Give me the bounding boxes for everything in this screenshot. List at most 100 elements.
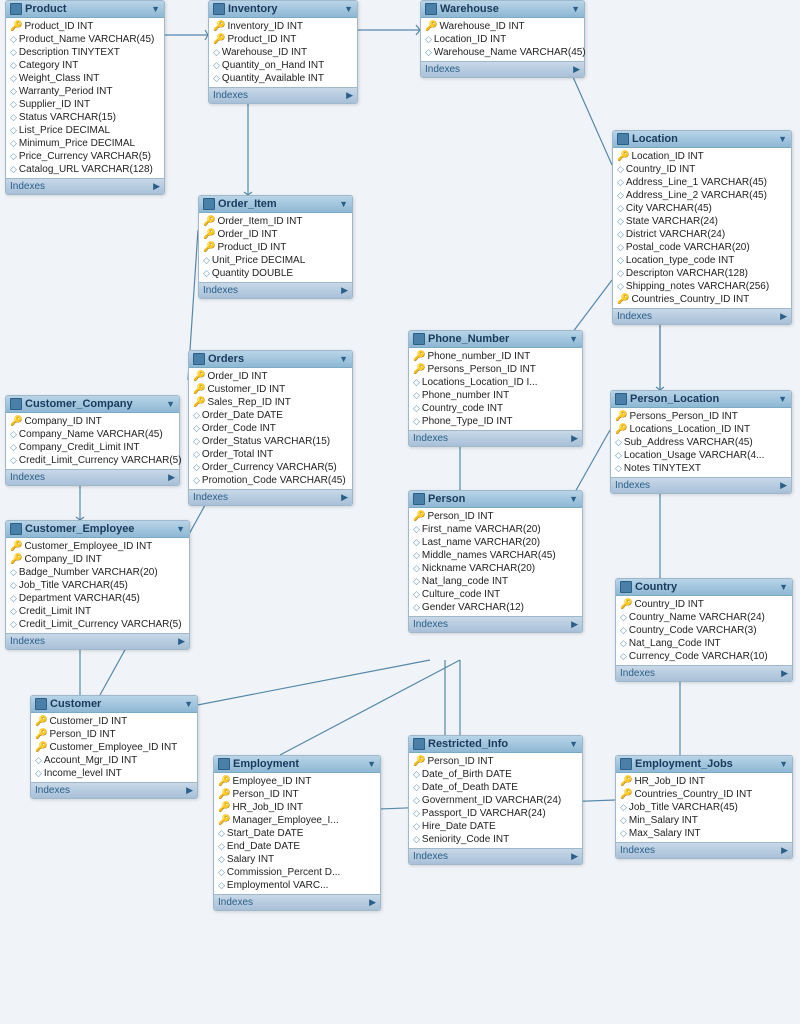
field-row[interactable]: 🔑HR_Job_ID INT <box>214 801 380 814</box>
table-person-location-footer[interactable]: Indexes ▶ <box>611 477 791 493</box>
table-orders-footer[interactable]: Indexes ▶ <box>189 489 352 505</box>
field-row[interactable]: ◇Promotion_Code VARCHAR(45) <box>189 474 352 487</box>
field-row[interactable]: ◇Country_Code VARCHAR(3) <box>616 624 792 637</box>
table-restricted-info-footer[interactable]: Indexes ▶ <box>409 848 582 864</box>
field-row[interactable]: ◇Descripton VARCHAR(128) <box>613 267 791 280</box>
field-row[interactable]: 🔑Order_ID INT <box>199 228 352 241</box>
field-row[interactable]: 🔑Countries_Country_ID INT <box>616 788 792 801</box>
table-customer-company-header[interactable]: Customer_Company ▼ <box>6 396 179 413</box>
table-employment-jobs-header[interactable]: Employment_Jobs ▼ <box>616 756 792 773</box>
field-row[interactable]: ◇Postal_code VARCHAR(20) <box>613 241 791 254</box>
field-row[interactable]: ◇Order_Code INT <box>189 422 352 435</box>
table-person[interactable]: Person ▼ 🔑Person_ID INT ◇First_name VARC… <box>408 490 583 633</box>
field-row[interactable]: ◇Location_Usage VARCHAR(4... <box>611 449 791 462</box>
field-row[interactable]: ◇Notes TINYTEXT <box>611 462 791 475</box>
table-restricted-info-header[interactable]: Restricted_Info ▼ <box>409 736 582 753</box>
table-customer-company-footer[interactable]: Indexes ▶ <box>6 469 179 485</box>
field-row[interactable]: ◇Hire_Date DATE <box>409 820 582 833</box>
field-row[interactable]: 🔑Persons_Person_ID INT <box>409 363 582 376</box>
field-row[interactable]: ◇Order_Total INT <box>189 448 352 461</box>
table-phone-number-footer[interactable]: Indexes ▶ <box>409 430 582 446</box>
table-employment[interactable]: Employment ▼ 🔑Employee_ID INT 🔑Person_ID… <box>213 755 381 911</box>
field-row[interactable]: 🔑Warehouse_ID INT <box>421 20 584 33</box>
field-row[interactable]: ◇Date_of_Birth DATE <box>409 768 582 781</box>
table-product[interactable]: Product ▼ 🔑Product_ID INT ◇Product_Name … <box>5 0 165 195</box>
field-row[interactable]: ◇Catalog_URL VARCHAR(128) <box>6 163 164 176</box>
table-product-footer[interactable]: Indexes ▶ <box>6 178 164 194</box>
field-row[interactable]: 🔑Phone_number_ID INT <box>409 350 582 363</box>
field-row[interactable]: ◇Status VARCHAR(15) <box>6 111 164 124</box>
field-row[interactable]: 🔑Person_ID INT <box>214 788 380 801</box>
field-row[interactable]: 🔑Inventory_ID INT <box>209 20 357 33</box>
field-row[interactable]: 🔑Person_ID INT <box>409 510 582 523</box>
table-person-header[interactable]: Person ▼ <box>409 491 582 508</box>
table-product-header[interactable]: Product ▼ <box>6 1 164 18</box>
table-person-location[interactable]: Person_Location ▼ 🔑Persons_Person_ID INT… <box>610 390 792 494</box>
table-country-header[interactable]: Country ▼ <box>616 579 792 596</box>
field-row[interactable]: ◇Weight_Class INT <box>6 72 164 85</box>
field-row[interactable]: ◇Nickname VARCHAR(20) <box>409 562 582 575</box>
field-row[interactable]: ◇Warranty_Period INT <box>6 85 164 98</box>
field-row[interactable]: 🔑Product_ID INT <box>6 20 164 33</box>
table-order-item-footer[interactable]: Indexes ▶ <box>199 282 352 298</box>
field-row[interactable]: ◇Sub_Address VARCHAR(45) <box>611 436 791 449</box>
field-row[interactable]: ◇Credit_Limit_Currency VARCHAR(5) <box>6 454 179 467</box>
field-row[interactable]: ◇Warehouse_Name VARCHAR(45) <box>421 46 584 59</box>
field-row[interactable]: ◇Credit_Limit_Currency VARCHAR(5) <box>6 618 189 631</box>
table-location-footer[interactable]: Indexes ▶ <box>613 308 791 324</box>
field-row[interactable]: ◇District VARCHAR(24) <box>613 228 791 241</box>
table-customer-employee-footer[interactable]: Indexes ▶ <box>6 633 189 649</box>
table-country-footer[interactable]: Indexes ▶ <box>616 665 792 681</box>
field-row[interactable]: ◇Middle_names VARCHAR(45) <box>409 549 582 562</box>
table-employment-footer[interactable]: Indexes ▶ <box>214 894 380 910</box>
field-row[interactable]: ◇Order_Status VARCHAR(15) <box>189 435 352 448</box>
field-row[interactable]: 🔑Person_ID INT <box>31 728 197 741</box>
table-restricted-info[interactable]: Restricted_Info ▼ 🔑Person_ID INT ◇Date_o… <box>408 735 583 865</box>
field-row[interactable]: ◇Nat_Lang_Code INT <box>616 637 792 650</box>
table-customer-employee[interactable]: Customer_Employee ▼ 🔑Customer_Employee_I… <box>5 520 190 650</box>
table-orders-header[interactable]: Orders ▼ <box>189 351 352 368</box>
field-row[interactable]: ◇Category INT <box>6 59 164 72</box>
field-row[interactable]: ◇Price_Currency VARCHAR(5) <box>6 150 164 163</box>
table-inventory[interactable]: Inventory ▼ 🔑Inventory_ID INT 🔑Product_I… <box>208 0 358 104</box>
table-warehouse[interactable]: Warehouse ▼ 🔑Warehouse_ID INT ◇Location_… <box>420 0 585 78</box>
field-row[interactable]: ◇Shipping_notes VARCHAR(256) <box>613 280 791 293</box>
table-customer-employee-header[interactable]: Customer_Employee ▼ <box>6 521 189 538</box>
field-row[interactable]: ◇Company_Credit_Limit INT <box>6 441 179 454</box>
table-employment-jobs-footer[interactable]: Indexes ▶ <box>616 842 792 858</box>
field-row[interactable]: 🔑Country_ID INT <box>616 598 792 611</box>
field-row[interactable]: 🔑Customer_ID INT <box>189 383 352 396</box>
field-row[interactable]: 🔑Customer_ID INT <box>31 715 197 728</box>
field-row[interactable]: ◇Passport_ID VARCHAR(24) <box>409 807 582 820</box>
field-row[interactable]: 🔑Order_Item_ID INT <box>199 215 352 228</box>
table-customer-header[interactable]: Customer ▼ <box>31 696 197 713</box>
field-row[interactable]: 🔑Product_ID INT <box>199 241 352 254</box>
field-row[interactable]: 🔑Person_ID INT <box>409 755 582 768</box>
field-row[interactable]: ◇Currency_Code VARCHAR(10) <box>616 650 792 663</box>
field-row[interactable]: ◇Country_ID INT <box>613 163 791 176</box>
field-row[interactable]: 🔑Employee_ID INT <box>214 775 380 788</box>
table-customer-footer[interactable]: Indexes ▶ <box>31 782 197 798</box>
table-location[interactable]: Location ▼ 🔑Location_ID INT ◇Country_ID … <box>612 130 792 325</box>
field-row[interactable]: 🔑Product_ID INT <box>209 33 357 46</box>
field-row[interactable]: ◇Min_Salary INT <box>616 814 792 827</box>
table-phone-number[interactable]: Phone_Number ▼ 🔑Phone_number_ID INT 🔑Per… <box>408 330 583 447</box>
field-row[interactable]: 🔑Customer_Employee_ID INT <box>6 540 189 553</box>
field-row[interactable]: 🔑Sales_Rep_ID INT <box>189 396 352 409</box>
field-row[interactable]: ◇Salary INT <box>214 853 380 866</box>
field-row[interactable]: ◇Account_Mgr_ID INT <box>31 754 197 767</box>
field-row[interactable]: ◇Date_of_Death DATE <box>409 781 582 794</box>
field-row[interactable]: ◇Commission_Percent D... <box>214 866 380 879</box>
field-row[interactable]: ◇Start_Date DATE <box>214 827 380 840</box>
field-row[interactable]: ◇Product_Name VARCHAR(45) <box>6 33 164 46</box>
field-row[interactable]: ◇Supplier_ID INT <box>6 98 164 111</box>
field-row[interactable]: ◇Job_Title VARCHAR(45) <box>6 579 189 592</box>
table-country[interactable]: Country ▼ 🔑Country_ID INT ◇Country_Name … <box>615 578 793 682</box>
field-row[interactable]: ◇Quantity DOUBLE <box>199 267 352 280</box>
field-row[interactable]: 🔑Countries_Country_ID INT <box>613 293 791 306</box>
field-row[interactable]: ◇Quantity_Available INT <box>209 72 357 85</box>
field-row[interactable]: ◇Location_ID INT <box>421 33 584 46</box>
field-row[interactable]: ◇Government_ID VARCHAR(24) <box>409 794 582 807</box>
table-customer-company[interactable]: Customer_Company ▼ 🔑Company_ID INT ◇Comp… <box>5 395 180 486</box>
field-row[interactable]: ◇Quantity_on_Hand INT <box>209 59 357 72</box>
